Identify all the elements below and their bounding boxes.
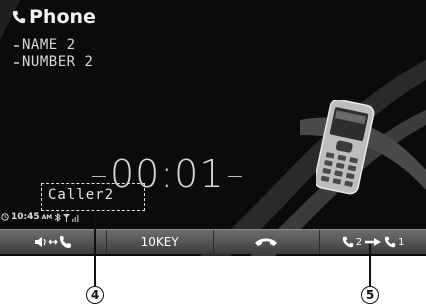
hang-up-icon	[255, 238, 278, 246]
callout-leader-right	[369, 244, 371, 286]
bluetooth-icon	[54, 212, 62, 222]
phone-line-a-icon	[342, 236, 353, 248]
callout-leader-left	[94, 210, 96, 286]
signal-strength-icon	[72, 214, 79, 222]
phone-screen: Phone NAME 2 NUMBER 2 00:01 Caller2 10:4…	[0, 0, 426, 256]
button-bar: 10KEY 2 1	[0, 229, 426, 254]
clock-time: 10:45	[11, 212, 40, 222]
callout-number-right: 5	[361, 286, 379, 304]
contact-name: NAME 2	[14, 37, 76, 53]
volume-transfer-icon	[34, 236, 71, 248]
phone-line-b-icon	[384, 236, 396, 248]
line-a-label: 2	[355, 236, 363, 248]
line-switch-button[interactable]: 2 1	[320, 230, 426, 254]
timer-dash-right	[228, 176, 242, 177]
callout-number-left: 4	[86, 286, 104, 304]
screen-title-label: Phone	[29, 6, 96, 28]
10key-label: 10KEY	[140, 235, 179, 249]
status-bar: 10:45 AM	[1, 212, 80, 222]
clock-icon	[1, 213, 9, 221]
10key-button[interactable]: 10KEY	[107, 230, 214, 254]
caller-name: Caller2	[48, 187, 115, 203]
volume-transfer-button[interactable]	[0, 230, 107, 254]
screen-title: Phone	[12, 6, 96, 28]
line-b-label: 1	[398, 236, 405, 248]
hang-up-button[interactable]	[214, 230, 321, 254]
arrow-right-icon	[365, 238, 382, 246]
timer-dash-left	[92, 176, 106, 177]
mobile-phone-image	[316, 100, 375, 195]
antenna-icon	[63, 213, 71, 222]
contact-number: NUMBER 2	[13, 54, 94, 70]
clock-ampm: AM	[41, 213, 53, 221]
phone-icon	[12, 10, 26, 24]
